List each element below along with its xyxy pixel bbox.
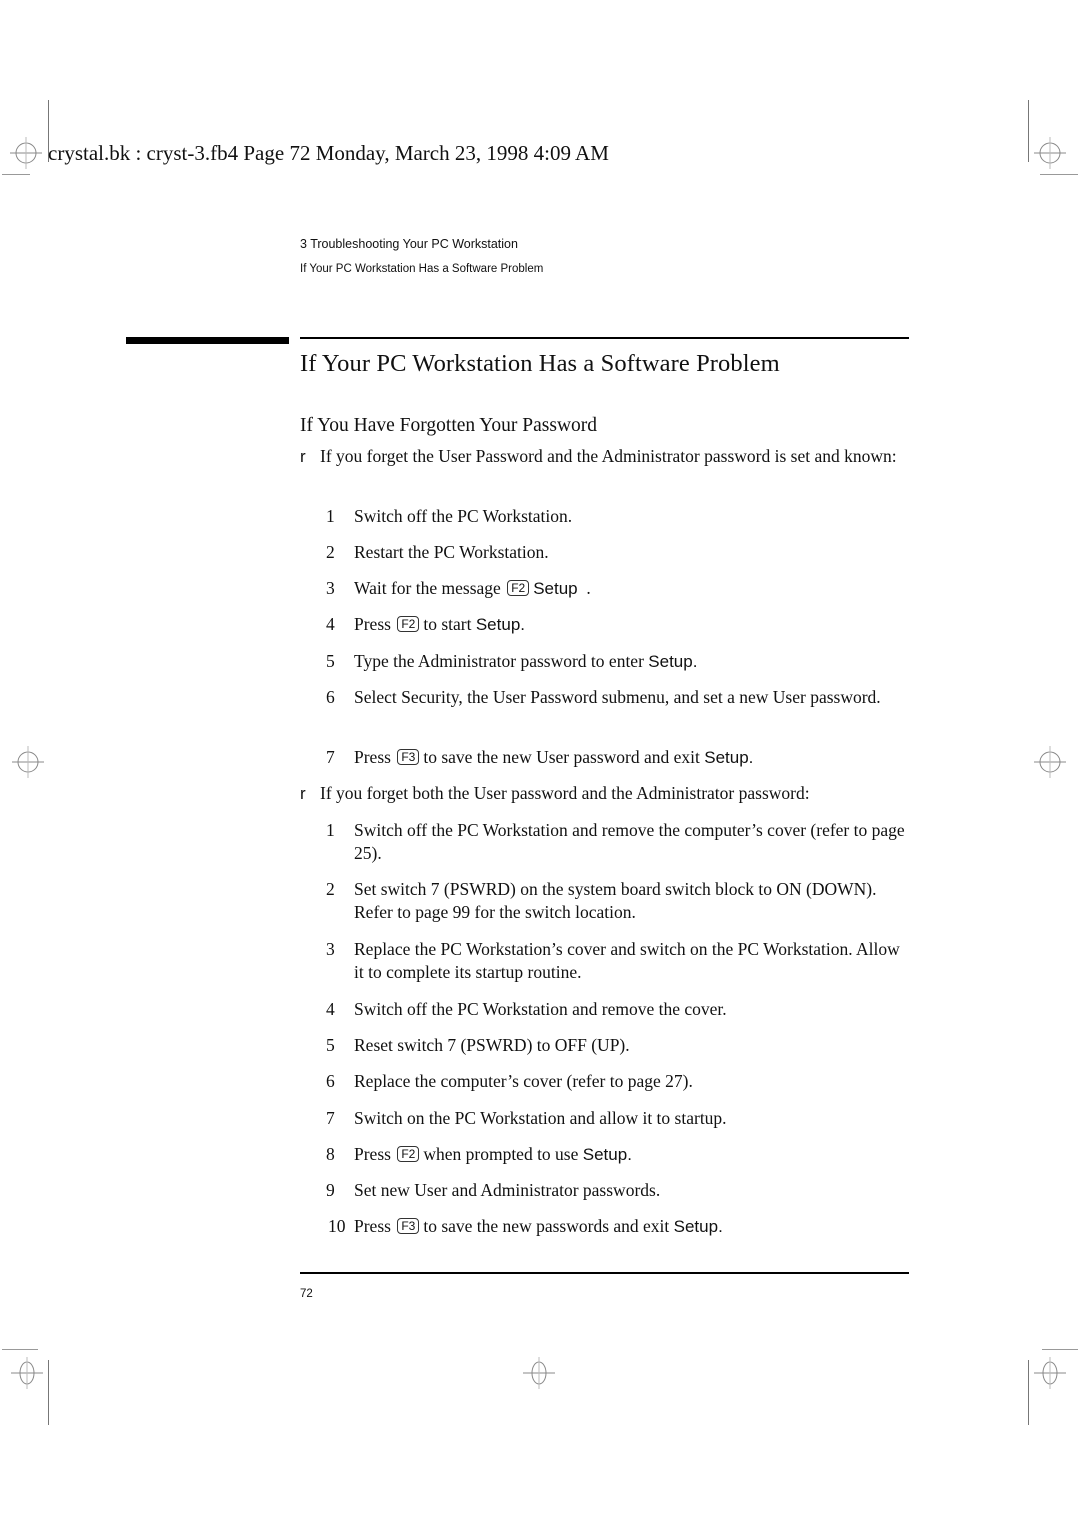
registration-mark-icon: [11, 1357, 43, 1389]
f2-key-icon: F2: [397, 616, 420, 632]
running-head-section: If Your PC Workstation Has a Software Pr…: [300, 263, 544, 275]
registration-mark-icon: [12, 746, 44, 778]
crop-mark-bottom-right-horizontal: [1042, 1349, 1078, 1350]
setup-label: Setup.: [582, 1145, 632, 1164]
registration-mark-icon: [10, 137, 42, 169]
step-text: Press F2 when prompted to use Setup.: [354, 1144, 632, 1164]
bullet-marker: r: [300, 447, 306, 466]
footer-rule: [300, 1272, 909, 1274]
bullet-text: If you forget both the User password and…: [320, 783, 810, 803]
step-text: Select Security, the User Password subme…: [354, 687, 881, 707]
crop-mark-bottom-left-vertical: [48, 1360, 49, 1425]
running-head-chapter: 3 Troubleshooting Your PC Workstation: [300, 237, 518, 251]
subsection-title: If You Have Forgotten Your Password: [300, 415, 598, 436]
step-number: 5: [326, 1035, 335, 1055]
bullet-marker: r: [300, 784, 306, 803]
crop-mark-bottom-left-horizontal: [2, 1349, 38, 1350]
step-text: Switch off the PC Workstation.: [354, 506, 573, 526]
step-text: Set new User and Administrator passwords…: [354, 1180, 661, 1200]
f3-key-icon: F3: [397, 749, 420, 765]
step-text: Replace the computer’s cover (refer to p…: [354, 1071, 693, 1091]
crop-mark-top-right-horizontal: [1040, 174, 1078, 175]
step-number: 6: [326, 687, 335, 707]
step-text: Replace the PC Workstation’s cover and s…: [354, 939, 900, 982]
section-title: If Your PC Workstation Has a Software Pr…: [300, 350, 780, 377]
setup-label: Setup.: [704, 748, 754, 767]
f3-key-icon: F3: [397, 1218, 420, 1234]
step-text: Press F3 to save the new passwords and ex…: [354, 1216, 723, 1236]
step-number: 4: [326, 999, 335, 1019]
step-number: 6: [326, 1071, 335, 1091]
step-number: 2: [326, 879, 335, 899]
step-text: Press F2 to start Setup.: [354, 614, 525, 634]
step-text: Switch off the PC Workstation and remove…: [354, 820, 905, 863]
step-text: Switch on the PC Workstation and allow i…: [354, 1108, 727, 1128]
step-number: 10: [328, 1216, 346, 1236]
bullet-text: If you forget the User Password and the …: [320, 446, 897, 466]
f2-key-icon: F2: [397, 1146, 420, 1162]
step-text: Reset switch 7 (PSWRD) to OFF (UP).: [354, 1035, 630, 1055]
step-number: 2: [326, 542, 335, 562]
step-number: 4: [326, 614, 335, 634]
setup-label: Setup.: [475, 615, 525, 634]
registration-mark-icon: [1034, 746, 1066, 778]
step-number: 7: [326, 747, 335, 767]
f2-key-icon: F2: [507, 580, 530, 596]
step-text: Set switch 7 (PSWRD) on the system board…: [354, 879, 877, 922]
document-header-stamp: crystal.bk : cryst-3.fb4 Page 72 Monday,…: [48, 141, 609, 165]
registration-mark-icon: [1034, 1357, 1066, 1389]
step-text: Restart the PC Workstation.: [354, 542, 549, 562]
step-number: 3: [326, 578, 335, 598]
crop-mark-top-left-horizontal: [2, 174, 30, 175]
step-number: 3: [326, 939, 335, 959]
step-number: 9: [326, 1180, 335, 1200]
step-number: 1: [326, 506, 335, 526]
step-text: Press F3 to save the new User password an…: [354, 747, 754, 767]
step-number: 5: [326, 651, 335, 671]
registration-mark-icon: [1034, 137, 1066, 169]
setup-label: Setup: [533, 579, 578, 598]
step-text: Switch off the PC Workstation and remove…: [354, 999, 727, 1019]
setup-label: Setup.: [673, 1217, 723, 1236]
crop-mark-top-right-vertical: [1028, 100, 1029, 162]
page-number: 72: [300, 1288, 313, 1300]
step-number: 1: [326, 820, 335, 840]
crop-mark-bottom-right-vertical: [1028, 1360, 1029, 1425]
step-text: Type the Administrator password to enter…: [354, 651, 698, 671]
step-number: 7: [326, 1108, 335, 1128]
setup-label: Setup.: [648, 652, 698, 671]
registration-mark-icon: [523, 1357, 555, 1389]
section-rule-thick: [126, 337, 289, 344]
step-text: Wait for the message F2 Setup .: [354, 578, 591, 598]
step-number: 8: [326, 1144, 335, 1164]
section-rule-thin: [300, 337, 909, 339]
